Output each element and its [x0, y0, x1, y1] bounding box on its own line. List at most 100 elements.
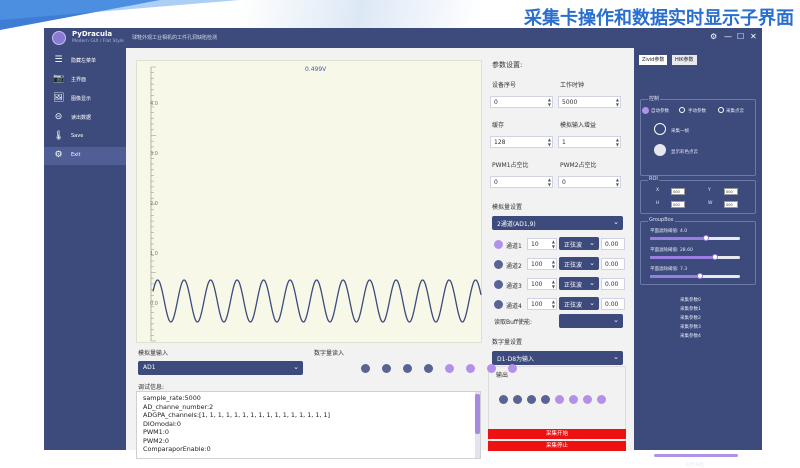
sidebar-item-exit[interactable]: ⚙ Exit [44, 147, 126, 165]
spin-arrows-icon[interactable]: ▲ ▼ [616, 97, 619, 107]
main-content: 4.0 3.0 2.0 1.0 0.0 0.499V 模拟量输入 AD1 ⌄ 数字量读入… [126, 48, 634, 459]
spin-arrows-icon[interactable]: ▲ ▼ [552, 239, 555, 249]
sidebar-item-save[interactable]: 🌡 Save [44, 128, 126, 146]
debug-label: 调试信息: [138, 384, 165, 391]
radio-cloud[interactable] [718, 107, 724, 113]
analog-input-select[interactable]: AD1 ⌄ [138, 361, 303, 375]
digital-mode-select[interactable]: D1-D8为输入 ⌄ [492, 351, 623, 365]
title-bar: PyDracula Modern GUI / Flat Style 球鞋外观工业… [44, 28, 762, 48]
pwm2-value: 0 [562, 179, 566, 186]
slider-knob[interactable] [711, 254, 718, 260]
channel-wave-select[interactable]: 正弦波 ⌄ [559, 237, 599, 250]
channel-gain-spinbox[interactable]: 10 ▲ ▼ [527, 238, 557, 250]
banner-stripe-light [0, 0, 240, 20]
digital-input-indicator [445, 364, 454, 373]
param-0: 采集参数0 [680, 298, 701, 303]
threshold-slider[interactable] [650, 235, 740, 241]
digital-input-indicator [403, 364, 412, 373]
y-tick-label: 2.0 [150, 201, 158, 207]
slider-knob[interactable] [702, 235, 709, 241]
channel-gain-spinbox[interactable]: 100 ▲ ▼ [527, 298, 557, 310]
sidebar-item-image-display[interactable]: 🖼 图像显示 [44, 90, 126, 108]
roi-x-input[interactable]: 000 [671, 188, 685, 195]
channel-value-spinbox[interactable]: 0.00 [601, 258, 625, 270]
chevron-down-icon: ⌄ [589, 239, 595, 247]
camera-panel: Zivid参数 HIK参数 控制 自动参数 手动参数 采集点云 采集一帧 显示彩… [634, 48, 762, 468]
image-icon: 🖼 [53, 93, 65, 103]
channel-wave-value: 正弦波 [564, 282, 583, 289]
tab-hik[interactable]: HIK参数 [672, 55, 697, 65]
threshold-slider[interactable] [650, 273, 740, 279]
radio-manual[interactable] [679, 107, 685, 113]
spin-arrows-icon[interactable]: ▲ ▼ [616, 177, 619, 187]
roi-y-input[interactable]: 000 [724, 188, 738, 195]
waveform-plot[interactable]: 4.0 3.0 2.0 1.0 0.0 0.499V [136, 60, 482, 343]
slider-fill [650, 275, 700, 278]
cache-value: 128 [494, 139, 506, 146]
roi-w-input[interactable]: 000 [724, 201, 738, 208]
digital-input-indicator [382, 364, 391, 373]
threshold-slider[interactable] [650, 254, 740, 260]
minimize-button[interactable]: — [724, 32, 732, 41]
slider-label: 平面滤除阈值: 7.3 [650, 267, 688, 272]
y-tick-label: 1.0 [150, 251, 158, 257]
channel-wave-select[interactable]: 正弦波 ⌄ [559, 257, 599, 270]
digital-output-indicator [527, 395, 536, 404]
spin-arrows-icon[interactable]: ▲ ▼ [552, 259, 555, 269]
close-button[interactable]: ✕ [750, 32, 757, 41]
spin-arrows-icon[interactable]: ▲ ▼ [616, 137, 619, 147]
spin-arrows-icon[interactable]: ▲ ▼ [548, 97, 551, 107]
channel-value-spinbox[interactable]: 0.00 [601, 278, 625, 290]
slider-label: 平面滤除阈值: 28.60 [650, 248, 693, 253]
channel-wave-select[interactable]: 正弦波 ⌄ [559, 297, 599, 310]
power-icon[interactable] [654, 123, 666, 135]
log-scrollbar-thumb[interactable] [475, 394, 480, 434]
channel-gain-value: 10 [531, 241, 539, 248]
maximize-button[interactable]: ☐ [737, 32, 744, 41]
plot-value-label: 0.499V [305, 66, 327, 73]
spin-arrows-icon[interactable]: ▲ ▼ [548, 177, 551, 187]
clock-spinbox[interactable]: 5000 ▲ ▼ [558, 96, 621, 108]
slider-knob[interactable] [696, 273, 703, 279]
spin-arrows-icon[interactable]: ▲ ▼ [552, 279, 555, 289]
tab-zivid[interactable]: Zivid参数 [639, 55, 668, 65]
sidebar-item-label: 隐藏左菜单 [71, 58, 97, 64]
sidebar-item-label: Exit [71, 152, 81, 158]
roi-x-label: X [656, 188, 660, 193]
debug-log[interactable]: sample_rate:5000 AD_channe_number:2 ADGP… [136, 391, 481, 459]
channel-gain-spinbox[interactable]: 100 ▲ ▼ [527, 258, 557, 270]
spin-arrows-icon[interactable]: ▲ ▼ [552, 299, 555, 309]
channel-label: 通道4 [506, 303, 522, 310]
channel-value: 0.00 [605, 261, 619, 268]
sidebar-item-home[interactable]: 📷 主界面 [44, 71, 126, 89]
analog-input-label: 模拟量输入 [138, 350, 169, 357]
device-spinbox[interactable]: 0 ▲ ▼ [490, 96, 553, 108]
pwm2-spinbox[interactable]: 0 ▲ ▼ [558, 176, 621, 188]
cache-spinbox[interactable]: 128 ▲ ▼ [490, 136, 553, 148]
y-tick-label: 0.0 [150, 301, 158, 307]
radio-manual-label: 手动参数 [688, 109, 706, 114]
analog-mode-select[interactable]: 2通道(AD1,9) ⌄ [492, 216, 623, 230]
param-4: 采集参数4 [680, 334, 701, 339]
channel-value-spinbox[interactable]: 0.00 [601, 298, 625, 310]
channel-value-spinbox[interactable]: 0.00 [601, 238, 625, 250]
start-capture-button[interactable]: 采集开始 [488, 429, 626, 439]
sidebar-item-hide-menu[interactable]: ☰ 隐藏左菜单 [44, 52, 126, 70]
spin-arrows-icon[interactable]: ▲ ▼ [548, 137, 551, 147]
chevron-down-icon: ⌄ [589, 259, 595, 267]
settings-icon[interactable]: ⚙ [710, 32, 717, 41]
channel-gain-spinbox[interactable]: 100 ▲ ▼ [527, 278, 557, 290]
pwm1-spinbox[interactable]: 0 ▲ ▼ [490, 176, 553, 188]
param-3: 采集参数3 [680, 325, 701, 330]
sidebar-item-read-data[interactable]: ⊝ 读出数据 [44, 109, 126, 127]
gain-spinbox[interactable]: 1 ▲ ▼ [558, 136, 621, 148]
left-sidebar: ☰ 隐藏左菜单 📷 主界面 🖼 图像显示 ⊝ 读出数据 🌡 Save ⚙ Exi… [44, 48, 126, 450]
channel-gain-value: 100 [531, 301, 543, 308]
palette-icon[interactable] [654, 144, 666, 156]
channel-wave-select[interactable]: 正弦波 ⌄ [559, 277, 599, 290]
clock-value: 5000 [562, 99, 578, 106]
radio-auto[interactable] [642, 107, 649, 114]
roi-group [640, 180, 756, 214]
buff-enable-select[interactable]: ⌄ [559, 314, 623, 328]
roi-h-input[interactable]: 000 [671, 201, 685, 208]
